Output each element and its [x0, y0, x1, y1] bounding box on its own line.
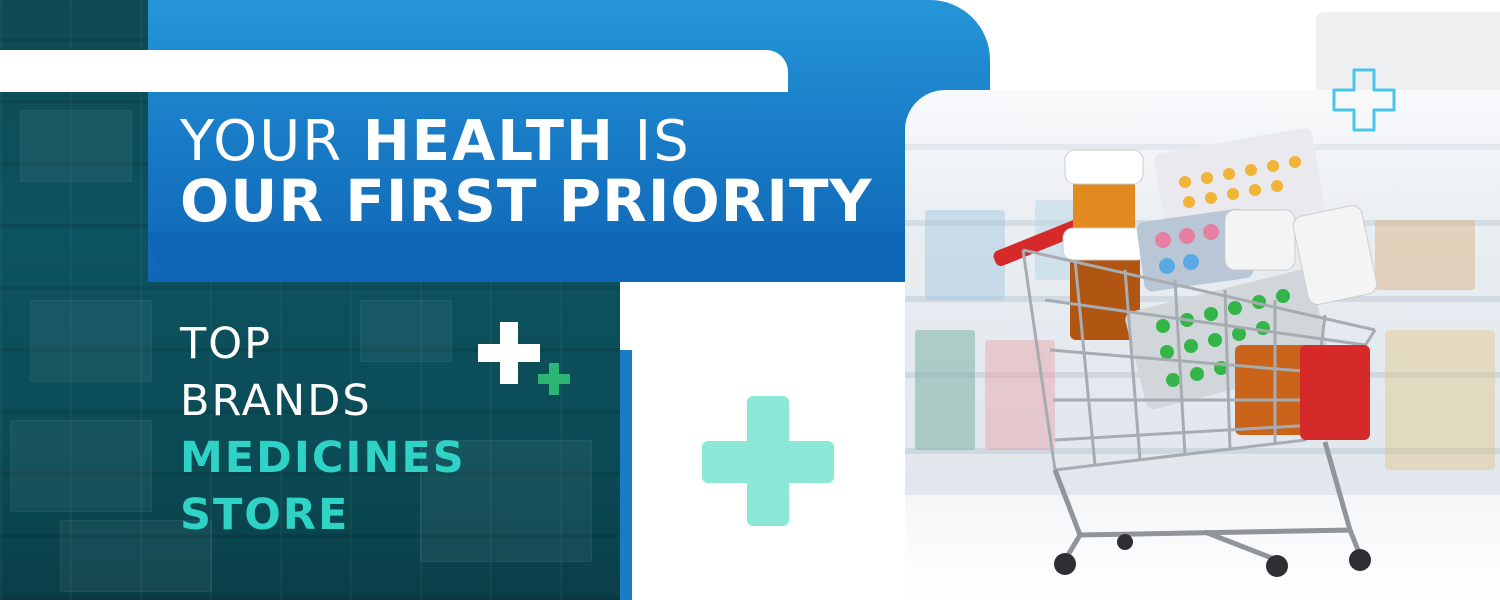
tagline-line-2: BRANDS	[180, 376, 372, 426]
shopping-cart-icon	[993, 128, 1378, 577]
plus-icon-green	[538, 363, 570, 395]
plus-icon-mint	[702, 396, 834, 526]
shopping-cart-photo	[905, 90, 1500, 600]
white-accent-bar	[0, 50, 788, 92]
headline-banner-foot	[148, 232, 990, 282]
headline: YOUR HEALTH IS OUR FIRST PRIORITY	[180, 112, 873, 233]
tagline: TOP BRANDS MEDICINES STORE	[180, 316, 466, 544]
plus-icon-white	[478, 322, 540, 384]
plus-icon-outline	[1332, 68, 1396, 132]
headline-line-2: OUR FIRST PRIORITY	[180, 167, 873, 236]
tagline-line-1: TOP	[180, 319, 273, 369]
accent-strip	[620, 350, 632, 600]
headline-line-1: YOUR HEALTH IS	[180, 109, 691, 174]
tagline-line-3: MEDICINES	[180, 433, 466, 483]
tagline-line-4: STORE	[180, 490, 350, 540]
